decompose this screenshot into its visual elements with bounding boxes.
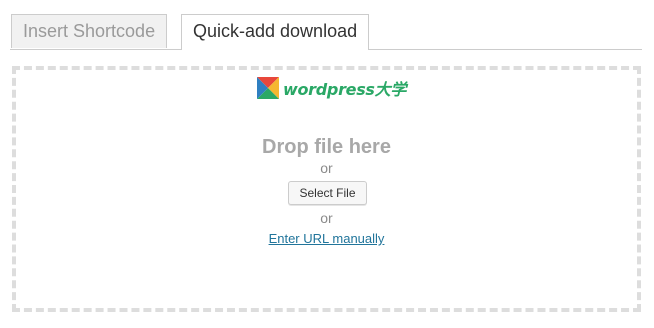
quick-add-panel: Insert Shortcode Quick-add download word…: [0, 0, 654, 328]
tab-quick-add-download[interactable]: Quick-add download: [181, 14, 370, 50]
tab-bar: Insert Shortcode Quick-add download: [0, 12, 642, 50]
site-logo: wordpress大学: [257, 76, 406, 100]
logo-text: wordpress大学: [283, 80, 407, 99]
or-separator: or: [320, 210, 333, 226]
drop-title: Drop file here: [262, 136, 391, 158]
or-separator: or: [320, 160, 333, 176]
enter-url-manually-link[interactable]: Enter URL manually: [269, 231, 385, 246]
url-link-row: Enter URL manually: [12, 231, 641, 247]
tab-insert-shortcode[interactable]: Insert Shortcode: [11, 14, 168, 48]
select-file-button[interactable]: Select File: [288, 181, 367, 205]
wordpress-daxue-logo-icon: [257, 77, 279, 99]
